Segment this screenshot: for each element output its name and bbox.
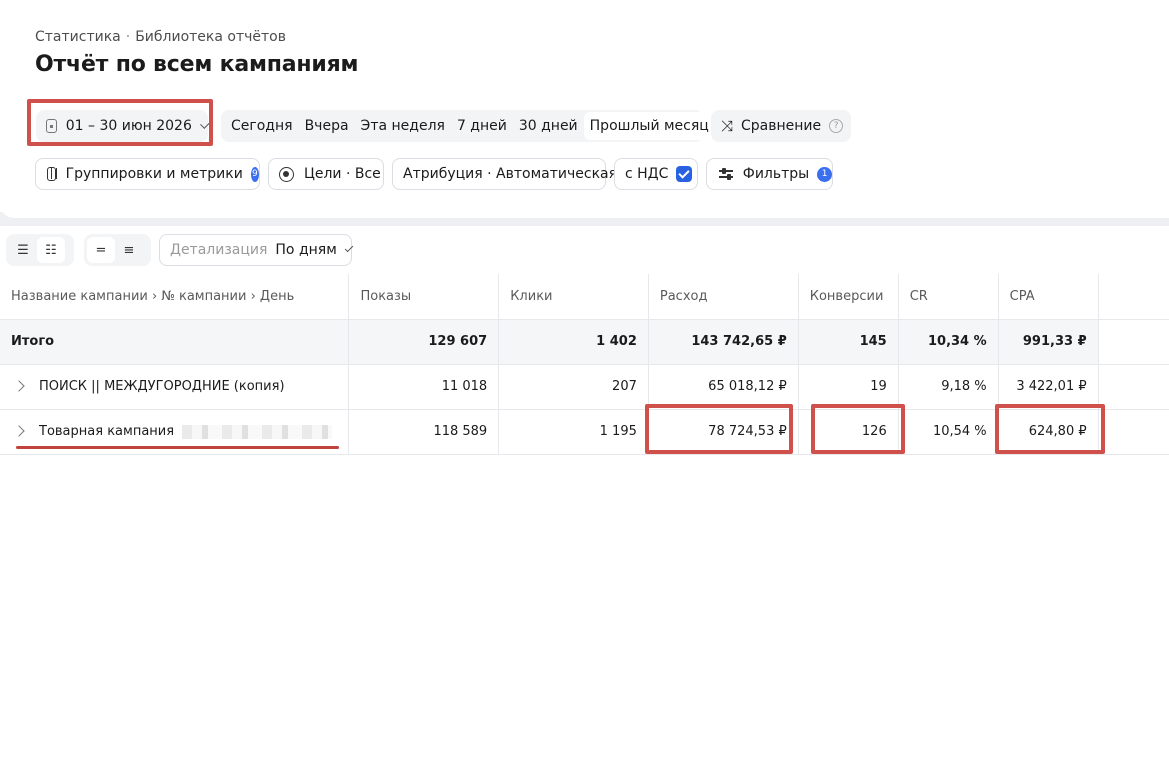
goals-label: Цели · Все [304,166,381,182]
calendar-icon [46,119,57,133]
shows-cell: 118 589 [348,409,500,455]
chevron-right-icon[interactable] [13,425,25,437]
total-spend: 143 742,65 ₽ [648,319,799,365]
header-spend[interactable]: Расход [648,274,799,320]
total-conversions: 145 [798,319,899,365]
regular-density-icon[interactable]: ≡ [115,237,143,263]
compact-density-icon[interactable]: = [87,237,115,263]
period-7-days[interactable]: 7 дней [451,112,513,140]
breadcrumb: Статистика · Библиотека отчётов [35,29,286,45]
date-range-value: 01 – 30 июн 2026 [65,118,192,134]
conversions-cell: 126 [798,409,899,455]
date-range-picker[interactable]: 01 – 30 июн 2026 [36,110,210,142]
campaign-name-cell: ПОИСК || МЕЖДУГОРОДНИЕ (копия) [0,364,350,410]
header-cpa[interactable]: CPA [998,274,1099,320]
section-divider [0,204,1169,226]
density-toggle: = ≡ [84,234,151,266]
tree-list-icon[interactable]: ☷ [37,237,65,263]
vat-checkbox[interactable] [676,166,693,182]
total-clicks: 1 402 [498,319,649,365]
table-row[interactable]: ПОИСК || МЕЖДУГОРОДНИЕ (копия) 11 018 20… [0,364,1169,410]
period-yesterday[interactable]: Вчера [299,112,355,140]
empty-cell [1098,364,1169,410]
campaign-name[interactable]: Товарная кампания [39,424,174,439]
period-this-week[interactable]: Эта неделя [355,112,451,140]
period-selector: Сегодня Вчера Эта неделя 7 дней 30 дней … [221,110,737,142]
report-table: Название кампании › № кампании › День По… [0,274,1169,455]
filters-count-badge: 1 [817,166,832,182]
attribution-button[interactable]: Атрибуция · Автоматическая [392,158,617,190]
page-title: Отчёт по всем кампаниям [35,52,359,77]
conversions-cell: 19 [798,364,899,410]
period-today[interactable]: Сегодня [225,112,299,140]
filters-button[interactable]: Фильтры 1 [706,158,833,190]
goals-button[interactable]: Цели · Все [268,158,384,190]
total-shows: 129 607 [348,319,500,365]
groupings-label: Группировки и метрики [65,166,243,182]
table-header-row: Название кампании › № кампании › День По… [0,274,1169,320]
period-last-month-label: Прошлый месяц [589,118,709,134]
header-empty [1098,274,1169,320]
header-clicks[interactable]: Клики [498,274,649,320]
breadcrumb-separator: · [125,29,131,45]
compare-button[interactable]: ⤨ Сравнение ? [711,110,851,142]
period-30-days[interactable]: 30 дней [513,112,584,140]
empty-cell [1098,409,1169,455]
cpa-cell: 3 422,01 ₽ [998,364,1099,410]
detail-label: Детализация [170,242,268,258]
chevron-down-icon [344,243,354,253]
flat-list-icon[interactable]: ☰ [9,237,37,263]
chevron-right-icon[interactable] [13,380,25,392]
vat-label: с НДС [625,166,669,182]
sliders-icon [719,168,733,180]
total-cpa: 991,33 ₽ [998,319,1099,365]
breadcrumb-root[interactable]: Статистика [35,29,121,45]
header-conversions[interactable]: Конверсии [798,274,899,320]
view-mode-toggle: ☰ ☷ [6,234,74,266]
help-icon[interactable]: ? [829,119,844,133]
header-campaign-name[interactable]: Название кампании › № кампании › День [0,274,350,320]
cr-cell: 10,54 % [898,409,999,455]
highlight-underline [16,446,339,449]
total-empty [1098,319,1169,365]
shows-cell: 11 018 [348,364,500,410]
columns-icon [47,167,57,181]
detail-value: По дням [275,242,337,258]
attribution-label: Атрибуция · Автоматическая [403,166,618,182]
detail-select[interactable]: Детализация По дням [159,234,354,266]
cr-cell: 9,18 % [898,364,999,410]
groupings-metrics-button[interactable]: Группировки и метрики 9 [35,158,260,190]
clicks-cell: 207 [498,364,649,410]
cpa-cell: 624,80 ₽ [998,409,1099,455]
total-row: Итого 129 607 1 402 143 742,65 ₽ 145 10,… [0,319,1169,365]
target-icon [279,166,294,182]
clicks-cell: 1 195 [498,409,649,455]
groupings-count-badge: 9 [250,166,259,182]
compare-label: Сравнение [741,118,822,134]
vat-toggle[interactable]: с НДС [614,158,698,190]
total-label: Итого [0,319,350,365]
shuffle-icon: ⤨ [721,117,734,135]
header-cr[interactable]: CR [898,274,999,320]
campaign-name[interactable]: ПОИСК || МЕЖДУГОРОДНИЕ (копия) [39,379,285,394]
header-shows[interactable]: Показы [348,274,500,320]
filters-label: Фильтры [742,166,810,182]
spend-cell: 78 724,53 ₽ [648,409,799,455]
redacted-campaign-id [182,424,333,439]
total-cr: 10,34 % [898,319,999,365]
breadcrumb-current[interactable]: Библиотека отчётов [135,29,286,45]
spend-cell: 65 018,12 ₽ [648,364,799,410]
